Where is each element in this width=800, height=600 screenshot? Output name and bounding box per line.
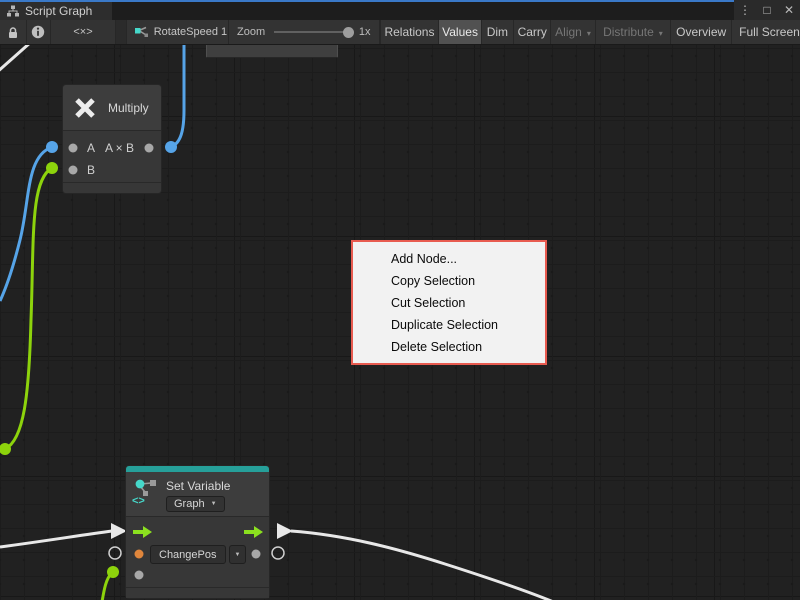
lock-button[interactable] (0, 20, 27, 44)
port-input-b[interactable] (69, 166, 78, 175)
chevron-down-icon: ▾ (587, 29, 591, 38)
variable-dropdown-value: ChangePos (159, 549, 217, 561)
set-variable-icon: <> (131, 477, 161, 507)
scope-dropdown-value: Graph (174, 498, 205, 510)
scope-dropdown[interactable]: Graph ▼ (166, 496, 225, 512)
multiply-footer (63, 182, 161, 193)
multiply-header[interactable]: Multiply (63, 85, 161, 131)
code-glyph: <> (132, 495, 145, 507)
menu-item-add-node[interactable]: Add Node... (353, 248, 545, 270)
toolbar-button-relations[interactable]: Relations (380, 20, 439, 44)
info-button[interactable] (27, 20, 52, 44)
toolbar-button-overview[interactable]: Overview (670, 20, 731, 44)
align-label: Align (555, 25, 582, 39)
toolbar-button-values[interactable]: Values (438, 20, 480, 44)
port-label-output: A × B (105, 141, 134, 155)
port-input-extra[interactable] (135, 571, 144, 580)
tab-bar: Script Graph ⋮ □ ✕ (0, 0, 800, 20)
set-variable-body: ChangePos ▼ (126, 517, 269, 587)
maximize-icon[interactable]: □ (758, 0, 776, 20)
zoom-label: Zoom (237, 26, 265, 38)
set-variable-header[interactable]: <> Set Variable Graph ▼ (126, 472, 269, 517)
port-variable-value[interactable] (135, 550, 144, 559)
node-title: Multiply (108, 101, 149, 115)
toolbar-button-full-screen[interactable]: Full Screen (731, 20, 800, 44)
toolbar-button-carry[interactable]: Carry (513, 20, 550, 44)
chevron-down-icon: ▼ (211, 501, 217, 507)
port-output[interactable] (145, 144, 154, 153)
node-title: Set Variable (166, 479, 230, 493)
flow-input-arrow-icon[interactable] (133, 526, 153, 538)
multiply-icon (72, 95, 98, 121)
node-set-variable[interactable]: <> Set Variable Graph ▼ ChangePos ▼ (125, 465, 270, 599)
port-label-a: A (87, 141, 95, 155)
code-view-button[interactable]: <×> (51, 20, 116, 44)
port-label-b: B (87, 163, 95, 177)
distribute-label: Distribute (603, 25, 654, 39)
tab-script-graph[interactable]: Script Graph (0, 2, 112, 20)
variable-dropdown-arrow[interactable]: ▼ (229, 545, 246, 564)
toolbar-button-dim[interactable]: Dim (481, 20, 513, 44)
graph-breadcrumb[interactable]: RotateSpeed 1 (127, 20, 229, 44)
context-menu: Add Node... Copy Selection Cut Selection… (351, 240, 547, 365)
menu-item-duplicate-selection[interactable]: Duplicate Selection (353, 314, 545, 336)
tab-title: Script Graph (25, 4, 92, 18)
script-graph-icon (7, 5, 19, 17)
graph-name: RotateSpeed 1 (154, 26, 227, 38)
flow-output-arrow-icon[interactable] (244, 526, 264, 538)
zoom-slider[interactable] (274, 31, 350, 33)
toolbar-button-distribute[interactable]: Distribute ▾ (595, 20, 671, 44)
node-multiply[interactable]: Multiply A A × B B (62, 84, 162, 194)
chevron-down-icon: ▾ (659, 29, 663, 38)
lock-icon (7, 26, 19, 39)
menu-item-cut-selection[interactable]: Cut Selection (353, 292, 545, 314)
set-variable-footer (126, 587, 269, 598)
graph-toolbar: <×> RotateSpeed 1 Zoom 1x Relations Valu… (0, 20, 800, 45)
menu-item-copy-selection[interactable]: Copy Selection (353, 270, 545, 292)
toolbar-button-align[interactable]: Align ▾ (550, 20, 594, 44)
info-icon (31, 25, 45, 39)
graph-asset-icon (135, 26, 148, 39)
window-controls: ⋮ □ ✕ (734, 0, 800, 20)
variable-dropdown[interactable]: ChangePos (150, 545, 226, 564)
close-icon[interactable]: ✕ (780, 0, 798, 20)
port-input-a[interactable] (69, 144, 78, 153)
zoom-value: 1x (359, 26, 371, 38)
kebab-menu-icon[interactable]: ⋮ (736, 0, 754, 20)
toolbar-gap (116, 20, 127, 44)
multiply-body: A A × B B (63, 131, 161, 182)
zoom-slider-handle[interactable] (343, 27, 354, 38)
chevron-down-icon: ▼ (235, 552, 241, 558)
menu-item-delete-selection[interactable]: Delete Selection (353, 336, 545, 358)
zoom-control: Zoom 1x (229, 20, 380, 44)
port-output-value[interactable] (252, 550, 261, 559)
